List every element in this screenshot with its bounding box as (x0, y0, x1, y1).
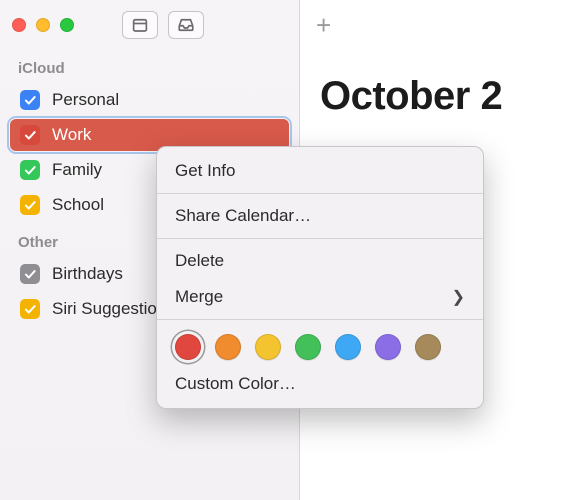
menu-share-calendar[interactable]: Share Calendar… (157, 198, 483, 234)
calendar-view-button[interactable] (122, 11, 158, 39)
chevron-right-icon: ❯ (452, 287, 465, 307)
minimize-window-button[interactable] (36, 18, 50, 32)
checkbox-icon[interactable] (20, 264, 40, 284)
color-swatch[interactable] (255, 334, 281, 360)
checkbox-icon[interactable] (20, 125, 40, 145)
calendar-label: Birthdays (52, 264, 123, 284)
menu-get-info[interactable]: Get Info (157, 153, 483, 189)
color-swatch[interactable] (335, 334, 361, 360)
menu-separator (157, 193, 483, 194)
window-titlebar (0, 0, 299, 50)
color-swatch[interactable] (415, 334, 441, 360)
zoom-window-button[interactable] (60, 18, 74, 32)
color-swatch[interactable] (295, 334, 321, 360)
section-header-icloud: iCloud (0, 50, 299, 81)
checkbox-icon[interactable] (20, 299, 40, 319)
menu-merge[interactable]: Merge ❯ (157, 279, 483, 315)
calendar-item-personal[interactable]: Personal (10, 84, 289, 116)
menu-custom-color[interactable]: Custom Color… (157, 366, 483, 402)
calendar-label: Work (52, 125, 91, 145)
color-swatch[interactable] (215, 334, 241, 360)
menu-separator (157, 238, 483, 239)
calendar-label: Personal (52, 90, 119, 110)
menu-delete[interactable]: Delete (157, 243, 483, 279)
main-toolbar: + (300, 0, 570, 50)
checkbox-icon[interactable] (20, 90, 40, 110)
checkbox-icon[interactable] (20, 195, 40, 215)
window-controls (12, 18, 74, 32)
month-heading: October 2 (300, 50, 570, 119)
add-event-button[interactable]: + (316, 10, 331, 41)
calendar-label: Family (52, 160, 102, 180)
calendar-label: School (52, 195, 104, 215)
color-swatch[interactable] (375, 334, 401, 360)
calendar-context-menu: Get Info Share Calendar… Delete Merge ❯ … (156, 146, 484, 409)
color-swatch-row (157, 324, 483, 366)
menu-separator (157, 319, 483, 320)
inbox-button[interactable] (168, 11, 204, 39)
checkbox-icon[interactable] (20, 160, 40, 180)
close-window-button[interactable] (12, 18, 26, 32)
color-swatch[interactable] (175, 334, 201, 360)
